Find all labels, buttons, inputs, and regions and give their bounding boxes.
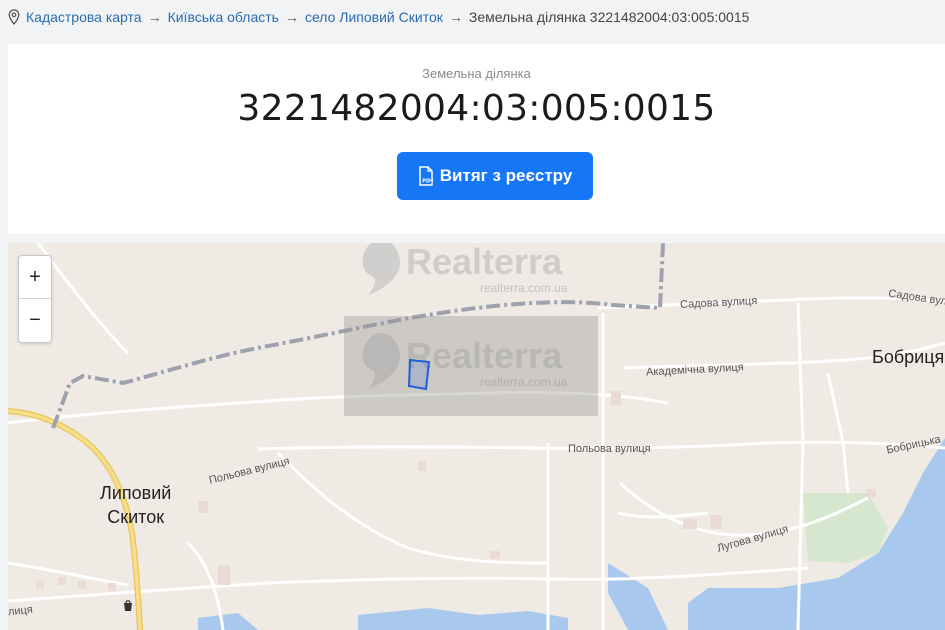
cadastral-map[interactable]: Realterra realterra.com.ua Realterra rea… xyxy=(8,243,945,630)
green-area xyxy=(803,493,888,563)
breadcrumb: Кадастрова карта → Київська область → се… xyxy=(8,6,749,28)
parcel-header-card: Земельна ділянка 3221482004:03:005:0015 … xyxy=(8,44,945,234)
breadcrumb-separator: → xyxy=(448,9,463,25)
town-label-line: Скиток xyxy=(107,507,165,527)
watermark-url: realterra.com.ua xyxy=(480,375,568,389)
breadcrumb-current: Земельна ділянка 3221482004:03:005:0015 xyxy=(468,9,750,25)
parcel-cadastral-number: 3221482004:03:005:0015 xyxy=(237,88,716,129)
zoom-in-button[interactable]: + xyxy=(19,256,51,298)
land-parcel-polygon[interactable] xyxy=(404,355,436,395)
breadcrumb-link-region[interactable]: Київська область xyxy=(168,9,279,25)
water-channel xyxy=(358,608,568,630)
realterra-logo-icon xyxy=(362,333,400,389)
town-label-line: Липовий xyxy=(100,483,172,503)
registry-extract-label: Витяг з реєстру xyxy=(439,166,573,185)
pdf-file-icon: PDF xyxy=(418,166,433,186)
minor-roads xyxy=(8,243,945,630)
zoom-out-button[interactable]: − xyxy=(19,298,51,341)
parcel-subtitle: Земельна ділянка xyxy=(422,66,531,81)
shop-bag-icon xyxy=(124,600,132,611)
town-label-bobrytsia: Бобриця xyxy=(872,347,945,367)
watermark-url: realterra.com.ua xyxy=(480,281,568,295)
realterra-logo-icon xyxy=(362,243,400,295)
breadcrumb-link-village[interactable]: село Липовий Скиток xyxy=(305,9,443,25)
breadcrumb-link-cadastral-map[interactable]: Кадастрова карта xyxy=(26,9,142,25)
water-channel xyxy=(198,613,258,630)
registry-extract-button[interactable]: PDF Витяг з реєстру xyxy=(397,152,593,200)
map-zoom-control: + − xyxy=(18,255,52,343)
breadcrumb-separator: → xyxy=(284,9,299,25)
watermark-brand: Realterra xyxy=(406,243,563,282)
street-label: Польова вулиця xyxy=(568,443,651,455)
svg-text:PDF: PDF xyxy=(422,179,433,185)
map-canvas[interactable] xyxy=(8,243,945,630)
map-pin-icon xyxy=(8,9,20,25)
town-label-lypovyi-skytok: Липовий Скиток xyxy=(100,481,171,529)
water-channel xyxy=(608,563,668,630)
breadcrumb-separator: → xyxy=(147,9,162,25)
